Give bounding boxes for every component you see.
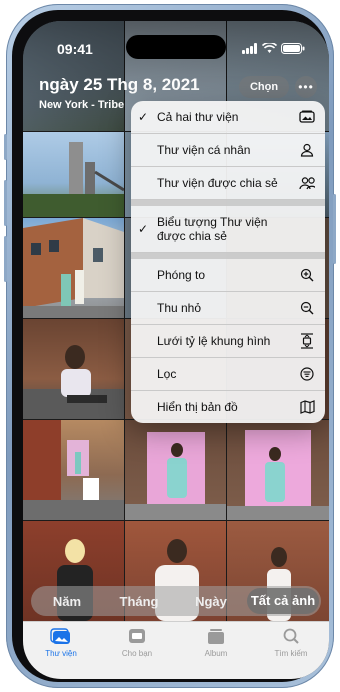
person-icon xyxy=(299,142,315,158)
select-button[interactable]: Chọn xyxy=(239,76,289,98)
pink-backdrop-image-2 xyxy=(227,430,329,520)
filter-icon xyxy=(299,366,315,382)
photo-tile[interactable] xyxy=(23,132,124,217)
menu-item-label: Thư viện cá nhân xyxy=(157,143,251,157)
zoom-in-icon xyxy=(299,267,315,283)
pink-backdrop-image xyxy=(125,432,226,520)
segment-years[interactable]: Năm xyxy=(31,594,103,609)
map-icon xyxy=(299,399,315,415)
wifi-icon xyxy=(262,43,277,53)
phone-frame: 09:41 ngày 25 Thg 8, 2021 New York - Tri… xyxy=(4,4,336,688)
menu-item-label: Lọc xyxy=(157,367,177,381)
menu-item-label: Cả hai thư viện xyxy=(157,110,239,124)
woman-sitting-image xyxy=(23,345,124,419)
street-photo-image xyxy=(23,420,124,520)
time-scope-segmented-control: Năm Tháng Ngày Tất cả ảnh xyxy=(31,586,321,616)
segment-months[interactable]: Tháng xyxy=(103,594,175,609)
status-icons xyxy=(242,43,305,54)
for-you-tab-icon xyxy=(129,629,145,643)
menu-item-personal-library[interactable]: Thư viện cá nhân xyxy=(131,134,325,167)
tab-for-you[interactable]: Cho bạn xyxy=(107,627,167,658)
volume-down-button xyxy=(4,236,7,282)
cellular-signal-icon xyxy=(242,43,257,54)
bridge-skyline-image xyxy=(23,142,124,217)
two-people-icon xyxy=(299,175,315,191)
couple-photo-image xyxy=(23,218,124,318)
menu-item-both-libraries[interactable]: ✓ Cả hai thư viện xyxy=(131,101,325,134)
library-options-menu: ✓ Cả hai thư viện Thư viện cá nhân Thư v… xyxy=(131,101,325,423)
photo-tile[interactable] xyxy=(227,420,329,520)
menu-item-label: Thư viện được chia sẻ xyxy=(157,176,278,190)
search-tab-icon xyxy=(283,628,299,644)
menu-item-shared-library[interactable]: Thư viện được chia sẻ xyxy=(131,167,325,200)
tab-bar: Thư viện Cho bạn Album Tìm kiếm xyxy=(23,621,329,679)
photos-library-icon xyxy=(299,109,315,125)
tab-label: Album xyxy=(204,649,228,658)
status-time: 09:41 xyxy=(57,41,93,57)
segment-all-photos[interactable]: Tất cả ảnh xyxy=(247,588,319,614)
photo-tile[interactable] xyxy=(125,420,226,520)
menu-item-label: Biểu tượng Thư viện được chia sẻ xyxy=(157,215,268,243)
checkmark-icon: ✓ xyxy=(138,222,149,236)
location-subtitle: New York - Tribe xyxy=(39,99,125,111)
tab-label: Cho bạn xyxy=(121,649,153,658)
menu-item-aspect-ratio-grid[interactable]: Lưới tỷ lệ khung hình xyxy=(131,325,325,358)
menu-item-zoom-out[interactable]: Thu nhỏ xyxy=(131,292,325,325)
more-button[interactable]: ••• xyxy=(295,76,317,98)
tab-label: Tìm kiếm xyxy=(274,649,308,658)
aspect-ratio-icon xyxy=(299,333,315,349)
menu-item-show-map[interactable]: Hiển thị bản đồ xyxy=(131,391,325,423)
date-title: ngày 25 Thg 8, 2021 xyxy=(39,75,200,94)
menu-item-label: Lưới tỷ lệ khung hình xyxy=(157,334,271,348)
tab-search[interactable]: Tìm kiếm xyxy=(261,627,321,658)
photo-tile[interactable] xyxy=(23,420,124,520)
volume-up-button xyxy=(4,180,7,226)
tab-label: Thư viện xyxy=(45,649,77,658)
checkmark-icon: ✓ xyxy=(138,110,149,124)
power-button xyxy=(333,194,336,264)
mute-switch xyxy=(4,134,7,160)
menu-item-filter[interactable]: Lọc xyxy=(131,358,325,391)
zoom-out-icon xyxy=(299,300,315,316)
menu-item-label: Thu nhỏ xyxy=(157,301,202,315)
tab-albums[interactable]: Album xyxy=(186,627,246,658)
segment-days[interactable]: Ngày xyxy=(175,594,247,609)
tab-library[interactable]: Thư viện xyxy=(31,627,91,658)
dynamic-island xyxy=(126,35,226,59)
menu-item-zoom-in[interactable]: Phóng to xyxy=(131,259,325,292)
menu-item-label: Hiển thị bản đồ xyxy=(157,400,238,414)
photo-tile[interactable] xyxy=(23,319,124,419)
battery-icon xyxy=(281,43,305,54)
photo-library-tab-icon xyxy=(50,628,70,644)
photo-tile[interactable] xyxy=(23,218,124,318)
screen: 09:41 ngày 25 Thg 8, 2021 New York - Tri… xyxy=(23,21,329,679)
status-bar: 09:41 xyxy=(23,35,329,59)
menu-item-shared-library-badge[interactable]: ✓ Biểu tượng Thư viện được chia sẻ xyxy=(131,206,325,253)
albums-tab-icon xyxy=(208,629,224,644)
menu-item-label: Phóng to xyxy=(157,268,206,282)
